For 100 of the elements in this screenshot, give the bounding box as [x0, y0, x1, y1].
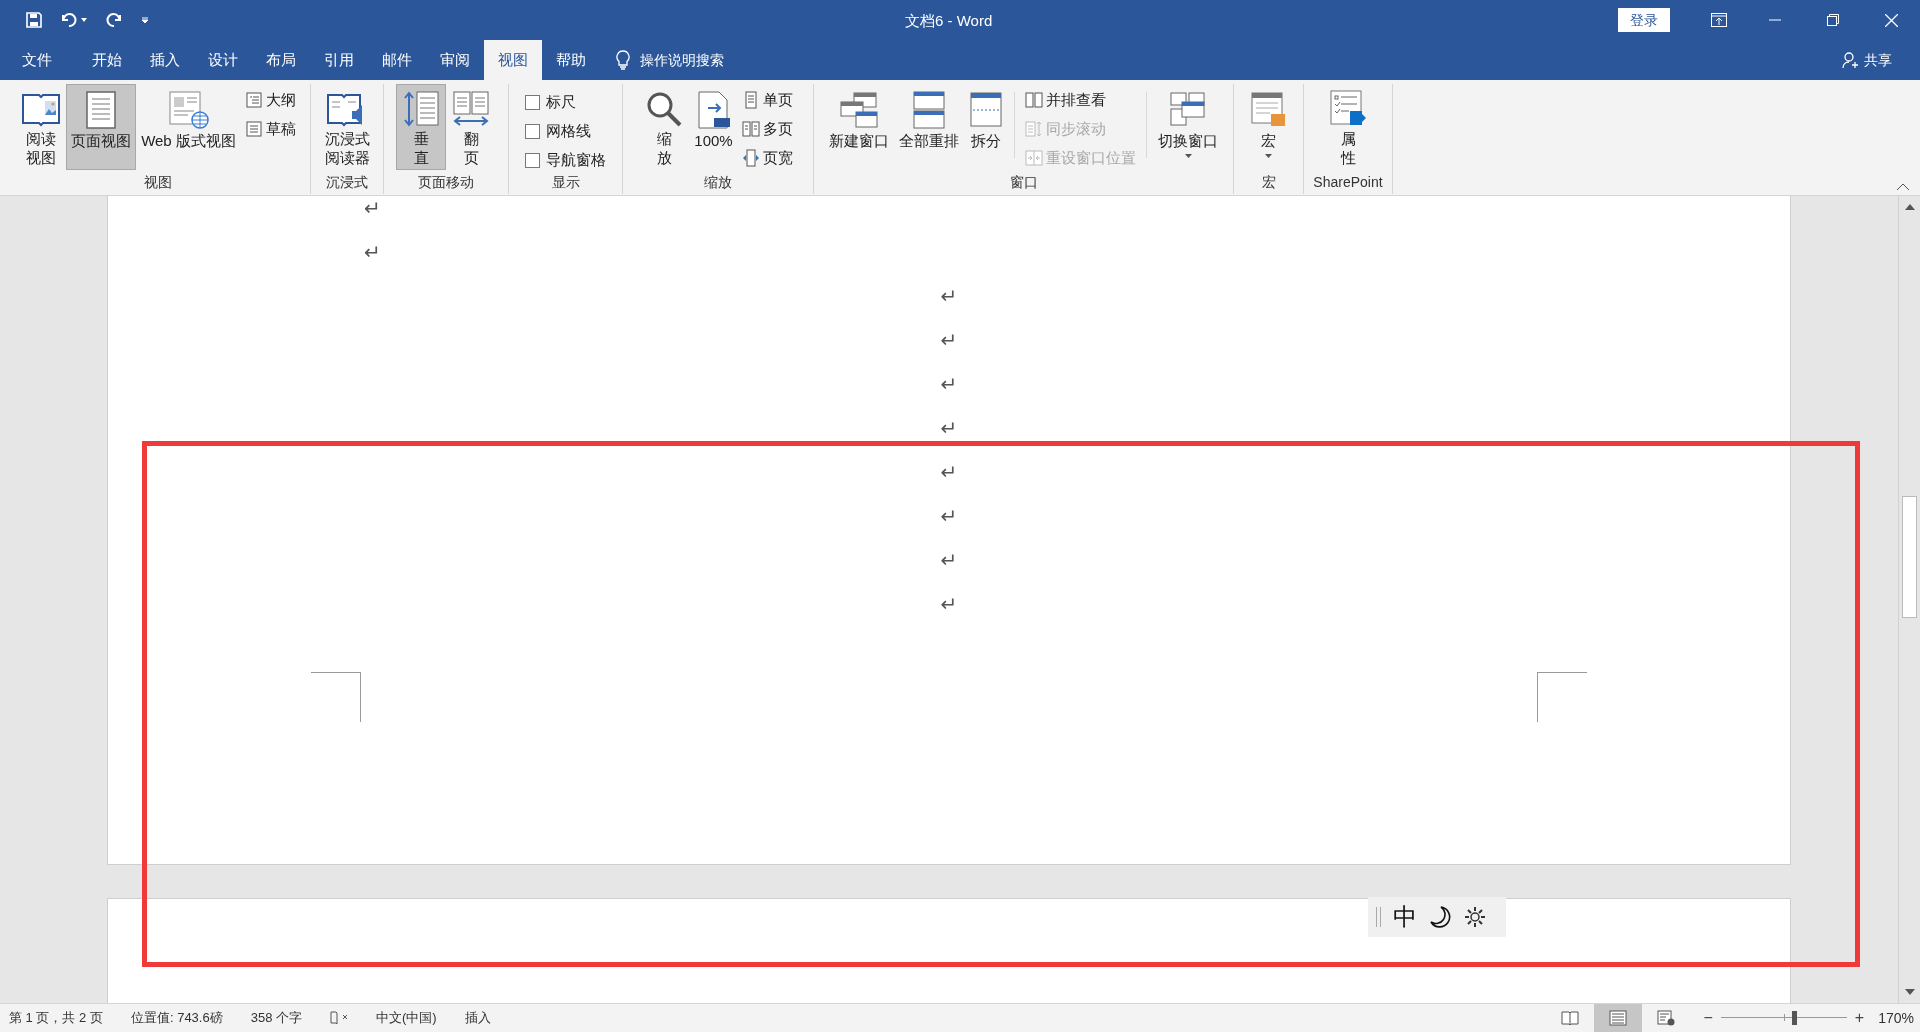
ribbon-button[interactable]: 新建窗口	[824, 84, 894, 170]
ribbon-tab[interactable]: 帮助	[542, 40, 600, 80]
ribbon-tab[interactable]: 引用	[310, 40, 368, 80]
zoom-slider[interactable]	[1720, 1010, 1847, 1026]
collapse-ribbon-icon[interactable]	[1896, 183, 1910, 191]
status-text[interactable]: 358 个字	[250, 1008, 302, 1028]
reset-position-icon	[1025, 149, 1043, 167]
ribbon-tab[interactable]: 邮件	[368, 40, 426, 80]
ribbon-button[interactable]: 阅读 视图	[16, 84, 67, 170]
tell-me-field[interactable]: 操作说明搜索	[640, 49, 724, 71]
scroll-thumb[interactable]	[1902, 496, 1917, 618]
group-label: 沉浸式	[325, 173, 369, 192]
ribbon-tab[interactable]: 开始	[78, 40, 136, 80]
status-text[interactable]: 插入	[464, 1008, 491, 1028]
paragraph-mark: ↵	[940, 283, 958, 310]
caret-icon[interactable]	[81, 18, 87, 22]
sync-scroll-icon	[1025, 120, 1043, 138]
split-window-icon	[969, 90, 1003, 130]
ribbon-button[interactable]: Web 版式视图	[136, 84, 241, 170]
proofing-icon[interactable]	[330, 1011, 348, 1025]
group-label: SharePoint	[1312, 173, 1384, 192]
input-mode-toggle[interactable]: 中	[1393, 905, 1417, 929]
moon-icon[interactable]	[1429, 905, 1451, 929]
ribbon-tab[interactable]: 插入	[136, 40, 194, 80]
scroll-down-icon[interactable]	[1904, 989, 1915, 995]
web-page-icon	[167, 90, 210, 130]
zoom-in-button[interactable]: +	[1854, 1006, 1865, 1030]
share-button[interactable]: 共享	[1842, 40, 1892, 80]
checkbox-label: 导航窗格	[546, 149, 606, 170]
ribbon-button[interactable]: 拆分	[964, 84, 1008, 170]
paragraph-mark: ↵	[940, 591, 958, 618]
ribbon-tab[interactable]: 视图	[484, 40, 542, 80]
minimize-icon	[1769, 19, 1781, 21]
checkbox-label: 标尺	[546, 91, 576, 112]
login-button[interactable]: 登录	[1618, 8, 1670, 32]
checkbox[interactable]	[525, 94, 540, 110]
undo-icon[interactable]	[60, 12, 78, 28]
ribbon-tab[interactable]: 审阅	[426, 40, 484, 80]
ribbon-button[interactable]: 全部重排	[894, 84, 964, 170]
paragraph-mark: ↵	[940, 371, 958, 398]
restore-icon	[1827, 14, 1839, 26]
ribbon-button[interactable]: 宏	[1243, 84, 1294, 170]
ribbon-button[interactable]: 缩 放	[639, 84, 690, 170]
ribbon-small-button[interactable]: 并排查看	[1025, 88, 1136, 112]
lightbulb-icon	[616, 50, 630, 70]
paragraph-mark: ↵	[940, 459, 958, 486]
lines-page-icon	[244, 120, 263, 138]
group-label: 页面移动	[417, 173, 475, 192]
checkbox-label: 网格线	[546, 120, 591, 141]
ribbon-button[interactable]: 属 性	[1323, 84, 1373, 170]
new-window-icon	[838, 90, 880, 130]
page-lines-icon	[1608, 1010, 1627, 1026]
page-width-icon	[741, 149, 760, 167]
window-title: 文档6 - Word	[905, 11, 993, 31]
side-by-side-icon	[1025, 91, 1043, 109]
paragraph-mark: ↵	[364, 196, 381, 222]
person-add-icon	[1842, 51, 1860, 69]
group-label: 视图	[143, 173, 173, 192]
paragraph-mark: ↵	[940, 547, 958, 574]
ribbon-button[interactable]: 切换窗口	[1153, 84, 1223, 170]
ribbon-small-button[interactable]: 草稿	[244, 117, 296, 141]
paragraph-mark: ↵	[940, 327, 958, 354]
close-icon	[1884, 13, 1898, 27]
ribbon-small-button[interactable]: 单页	[741, 88, 793, 112]
status-text[interactable]: 中文(中国)	[376, 1008, 437, 1028]
ribbon-tab[interactable]: 布局	[252, 40, 310, 80]
scroll-up-icon[interactable]	[1904, 204, 1915, 210]
save-icon[interactable]	[26, 12, 42, 28]
vertical-scrollbar[interactable]	[1898, 196, 1920, 1003]
page-icon	[85, 90, 118, 130]
ribbon-small-button[interactable]: 页宽	[741, 146, 793, 170]
redo-icon[interactable]	[105, 12, 123, 28]
ribbon-button[interactable]: 页面视图	[66, 84, 137, 170]
view-button[interactable]	[1593, 1004, 1642, 1032]
group-label: 窗口	[1008, 173, 1039, 192]
ribbon-tab[interactable]: 设计	[194, 40, 252, 80]
slider-thumb[interactable]	[1791, 1011, 1797, 1025]
ribbon-button[interactable]: 翻 页	[446, 84, 496, 170]
ribbon-button[interactable]: 垂 直	[396, 84, 446, 170]
status-text[interactable]: 位置值: 743.6磅	[130, 1008, 223, 1028]
checkbox[interactable]	[525, 152, 540, 168]
customize-icon[interactable]	[141, 16, 149, 24]
zoom-out-button[interactable]: −	[1703, 1006, 1713, 1030]
ribbon-button[interactable]: 100%	[689, 84, 738, 170]
paragraph-mark: ↵	[940, 503, 958, 530]
ribbon-small-button[interactable]: 多页	[741, 117, 793, 141]
two-pages-icon	[741, 120, 760, 138]
status-text[interactable]: 第 1 页，共 2 页	[9, 1008, 103, 1028]
checkbox[interactable]	[525, 123, 540, 139]
ribbon-display-icon	[1711, 13, 1727, 27]
side-by-side-pages-icon	[451, 89, 491, 129]
ribbon-button[interactable]: 沉浸式 阅读器	[319, 84, 375, 170]
zoom-level-text[interactable]: 170%	[1878, 1007, 1914, 1029]
ribbon-tab[interactable]: 文件	[8, 40, 66, 80]
book-icon	[1560, 1010, 1579, 1026]
outline-icon	[244, 91, 263, 109]
crop-mark	[311, 672, 361, 722]
group-label: 宏	[1260, 173, 1277, 192]
paragraph-mark: ↵	[940, 415, 958, 442]
ribbon-small-button[interactable]: 大纲	[244, 88, 296, 112]
